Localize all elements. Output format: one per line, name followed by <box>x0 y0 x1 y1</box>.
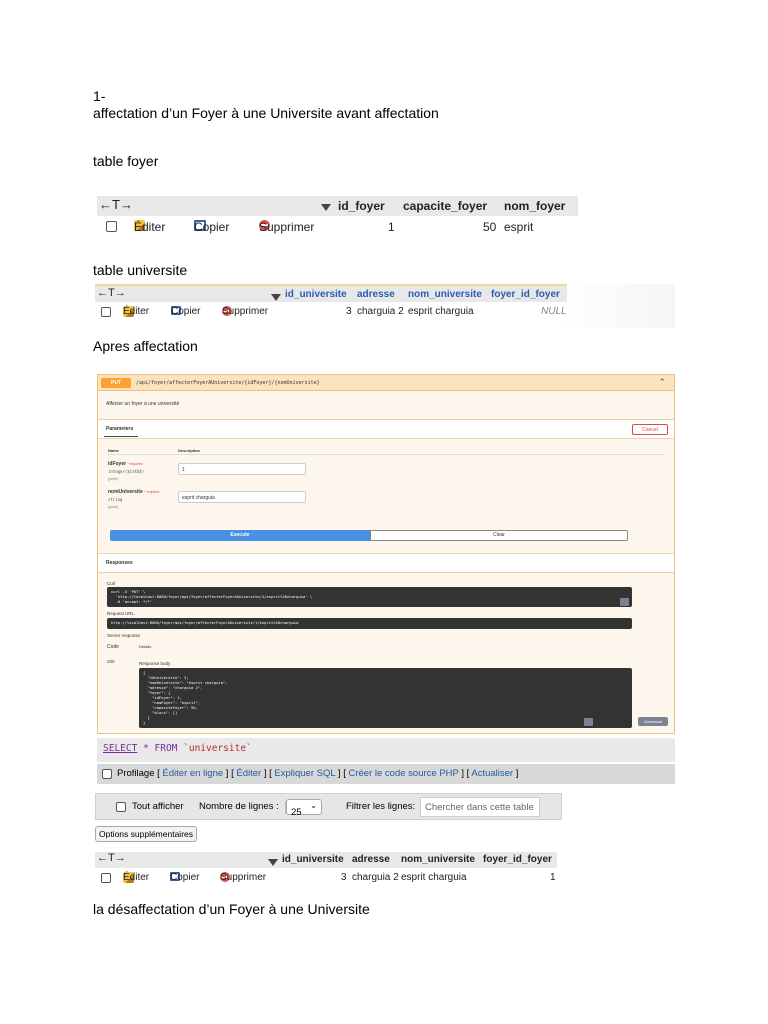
curl-label: Curl <box>107 581 116 586</box>
search-input[interactable]: Chercher dans cette table <box>420 797 540 817</box>
apres-affectation-label: Apres affectation <box>93 338 198 354</box>
swagger-operation: PUT /api/foyer/affecterFoyerAUniversite/… <box>97 374 675 734</box>
step-number: 1- <box>93 88 106 104</box>
page-heading: affectation d’un Foyer à une Universite … <box>93 105 439 121</box>
clear-button[interactable]: Clear <box>370 530 628 541</box>
column-arrows[interactable]: ←T→ <box>99 197 133 212</box>
col-nom-foyer[interactable]: nom_foyer <box>504 199 565 213</box>
curl-block: curl -X 'PUT' \ 'http://localhost:8080/f… <box>107 587 632 607</box>
profiling-label: Profilage <box>117 768 155 779</box>
param-nomuniversite-name: nomUniversite * required <box>108 489 160 495</box>
edit-inline-link[interactable]: Éditer en ligne <box>162 768 223 779</box>
response-body-block: { "idUniversite": 3, "nomUniversite": "e… <box>139 668 632 728</box>
operation-summary[interactable]: PUT /api/foyer/affecterFoyerAUniversite/… <box>98 375 674 391</box>
response-body-label: Response body <box>139 661 171 666</box>
rows-label: Nombre de lignes : <box>199 801 279 812</box>
table-foyer-label: table foyer <box>93 153 159 169</box>
download-button[interactable]: Download <box>638 717 668 726</box>
col-nom-universite[interactable]: nom_universite <box>401 854 475 865</box>
col-adresse[interactable]: adresse <box>352 854 390 865</box>
column-arrows[interactable]: ←T→ <box>97 852 126 864</box>
col-id-foyer[interactable]: id_foyer <box>338 199 385 213</box>
endpoint-path: /api/foyer/affecterFoyerAUniversite/{idF… <box>136 380 320 386</box>
cell-nom-foyer: esprit <box>504 220 534 234</box>
param-idfoyer-name: idFoyer * required <box>108 461 143 467</box>
cell-adresse: charguia 2 <box>352 872 399 883</box>
sql-query[interactable]: SELECT * FROM `universite` <box>103 743 252 754</box>
nomuniversite-input[interactable]: esprit charguia <box>178 491 306 503</box>
cell-foyer-id-foyer: NULL <box>541 306 567 317</box>
show-all-label: Tout afficher <box>132 801 184 812</box>
cell-id-universite: 3 <box>341 872 347 883</box>
col-foyer-id-foyer[interactable]: foyer_id_foyer <box>491 289 560 300</box>
cell-id-foyer: 1 <box>388 220 395 234</box>
tab-underline <box>104 436 138 437</box>
refresh-link[interactable]: Actualiser <box>471 768 513 779</box>
details-label: Details <box>139 644 152 649</box>
cancel-button[interactable]: Cancel <box>632 424 668 435</box>
responses-title: Responses <box>106 560 133 566</box>
request-url-label: Request URL <box>107 611 135 616</box>
profiling-bar: Profilage [ Éditer en ligne ] [ Éditer ]… <box>97 764 675 784</box>
idfoyer-input[interactable]: 1 <box>178 463 306 475</box>
table-universite-label: table universite <box>93 262 188 278</box>
universite-table-header: ←T→ id_universite adresse nom_universite… <box>95 852 557 868</box>
row-checkbox[interactable] <box>101 307 111 317</box>
filter-label: Filtrer les lignes: <box>346 801 416 812</box>
server-response-label: Server response <box>107 633 141 638</box>
col-id-universite[interactable]: id_universite <box>282 854 344 865</box>
param-idfoyer-in: (path) <box>108 476 119 481</box>
show-all-checkbox[interactable] <box>116 802 126 812</box>
universite-table-after: ←T→ id_universite adresse nom_universite… <box>95 852 557 883</box>
foyer-table: ←T→ id_foyer capacite_foyer nom_foyer Éd… <box>97 196 578 240</box>
col-capacite-foyer[interactable]: capacite_foyer <box>403 199 487 213</box>
row-checkbox[interactable] <box>106 221 117 232</box>
cell-nom-universite: esprit charguia <box>401 872 467 883</box>
parameters-bar: Parameters Cancel <box>98 419 674 439</box>
chevron-up-icon[interactable]: ⌃ <box>658 377 666 388</box>
create-php-link[interactable]: Créer le code source PHP <box>349 768 459 779</box>
parameters-header: Name Description <box>108 448 664 455</box>
param-nomuniversite-in: (path) <box>108 504 119 509</box>
param-nomuniversite-type: string <box>108 497 123 502</box>
col-foyer-id-foyer[interactable]: foyer_id_foyer <box>483 854 552 865</box>
profiling-checkbox[interactable] <box>102 769 112 779</box>
cell-foyer-id-foyer[interactable]: 1 <box>550 872 556 883</box>
row-checkbox[interactable] <box>101 873 111 883</box>
foyer-table-header: ←T→ id_foyer capacite_foyer nom_foyer <box>97 196 578 216</box>
universite-table-before: ←T→ id_universite adresse nom_universite… <box>95 284 675 328</box>
options-button[interactable]: Options supplémentaires <box>95 826 197 842</box>
col-id-universite[interactable]: id_universite <box>285 289 347 300</box>
response-code: 200 <box>107 659 115 664</box>
param-idfoyer-type: integer($int64) <box>108 469 145 474</box>
col-description: Description <box>178 448 201 453</box>
request-url-block: http://localhost:8080/foyer/api/foyer/af… <box>107 618 632 629</box>
operation-description: Affecter un foyer à une université <box>106 401 180 407</box>
column-arrows[interactable]: ←T→ <box>97 287 126 299</box>
cell-adresse: charguia 2 <box>357 306 404 317</box>
rows-select[interactable]: 25 ⌄ <box>286 799 322 818</box>
responses-bar: Responses <box>98 553 674 573</box>
execute-button[interactable]: Execute <box>110 530 370 541</box>
tab-parameters[interactable]: Parameters <box>106 426 133 432</box>
col-name: Name <box>108 448 119 453</box>
filter-bar: Tout afficher Nombre de lignes : 25 ⌄ Fil… <box>95 793 562 820</box>
cell-capacite-foyer: 50 <box>483 220 497 234</box>
desaffectation-heading: la désaffectation d’un Foyer à une Unive… <box>93 901 370 917</box>
chevron-down-icon: ⌄ <box>310 801 317 810</box>
code-label: Code <box>107 644 119 650</box>
edit-link[interactable]: Éditer <box>236 768 261 779</box>
cell-id-universite: 3 <box>346 306 352 317</box>
cell-nom-universite: esprit charguia <box>408 306 474 317</box>
explain-sql-link[interactable]: Expliquer SQL <box>274 768 335 779</box>
copy-icon[interactable] <box>620 598 629 606</box>
col-nom-universite[interactable]: nom_universite <box>408 289 482 300</box>
profiling-links: Profilage [ Éditer en ligne ] [ Éditer ]… <box>117 768 519 779</box>
col-adresse[interactable]: adresse <box>357 289 395 300</box>
universite-table-header: ←T→ id_universite adresse nom_universite… <box>95 284 567 302</box>
copy-icon[interactable] <box>584 718 593 726</box>
sql-query-bar: SELECT * FROM `universite` <box>97 738 675 762</box>
method-badge: PUT <box>101 378 131 388</box>
